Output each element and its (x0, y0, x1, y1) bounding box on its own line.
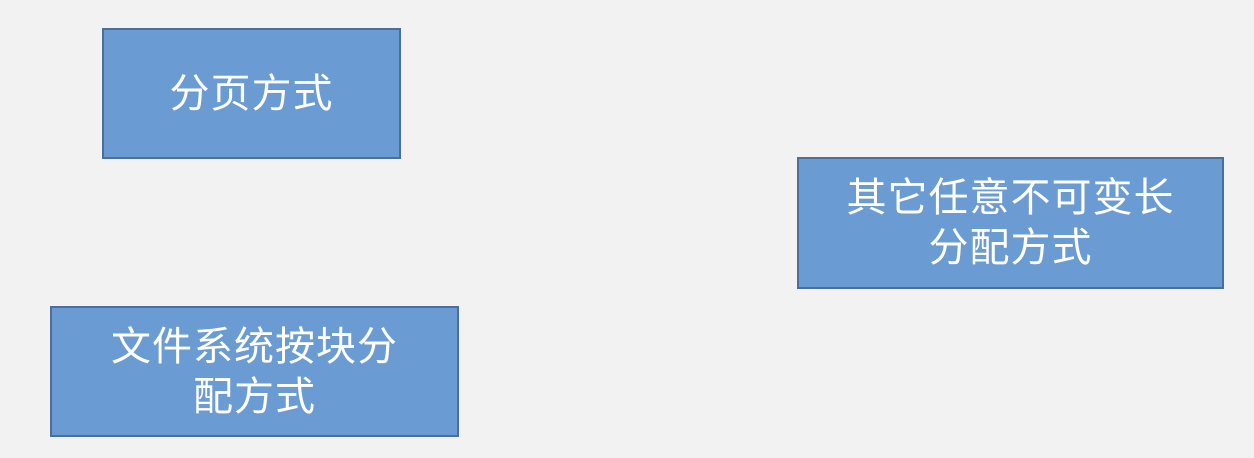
filesystem-block-allocation-line-2: 配方式 (193, 373, 316, 420)
paging-method-box: 分页方式 (102, 28, 401, 159)
filesystem-block-allocation-line-1: 文件系统按块分 (111, 323, 398, 370)
other-fixed-length-allocation-line-2: 分配方式 (928, 225, 1093, 271)
other-fixed-length-allocation-box: 其它任意不可变长 分配方式 (797, 157, 1224, 289)
other-fixed-length-allocation-line-1: 其它任意不可变长 (846, 175, 1175, 221)
paging-method-label: 分页方式 (169, 70, 334, 117)
filesystem-block-allocation-box: 文件系统按块分 配方式 (50, 306, 459, 437)
filesystem-block-allocation-text: 文件系统按块分 配方式 (111, 322, 398, 422)
other-fixed-length-allocation-text: 其它任意不可变长 分配方式 (847, 173, 1175, 273)
